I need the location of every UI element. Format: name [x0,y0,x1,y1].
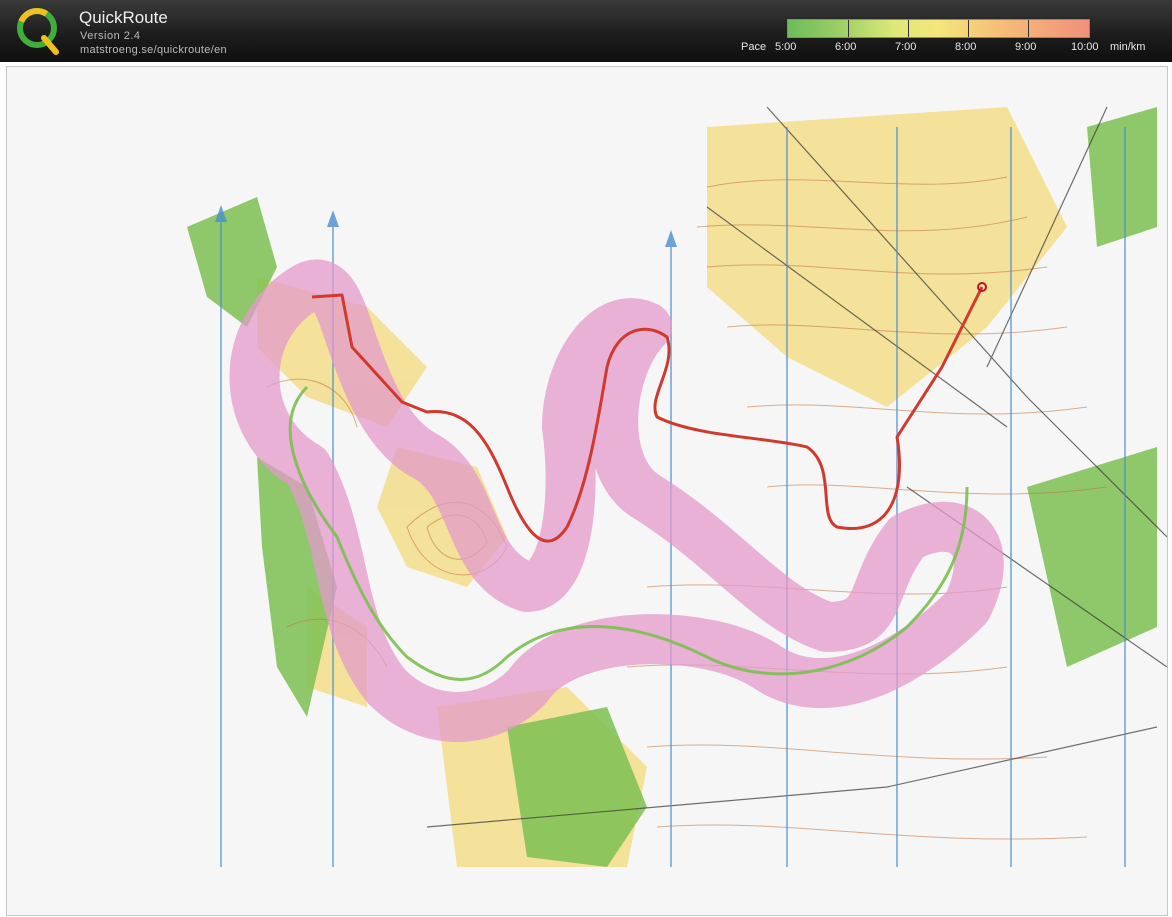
map-view[interactable] [6,66,1168,916]
pace-color-scale [787,19,1090,38]
pace-tick-label: 10:00 [1071,41,1099,53]
pace-tick-label: 5:00 [775,41,797,53]
app-version: Version 2.4 [80,30,141,42]
app-header: QuickRoute Version 2.4 matstroeng.se/qui… [0,0,1172,62]
app-title: QuickRoute [79,8,168,27]
quickroute-logo-icon [17,8,59,55]
pace-tick-label: 8:00 [955,41,977,53]
pace-tick-label: 9:00 [1015,41,1037,53]
pace-unit-label: min/km [1110,41,1146,53]
pace-tick-label: 7:00 [895,41,917,53]
pace-tick-label: 6:00 [835,41,857,53]
app-url: matstroeng.se/quickroute/en [80,44,227,56]
orienteering-map [7,67,1167,915]
pace-label: Pace [741,41,767,53]
